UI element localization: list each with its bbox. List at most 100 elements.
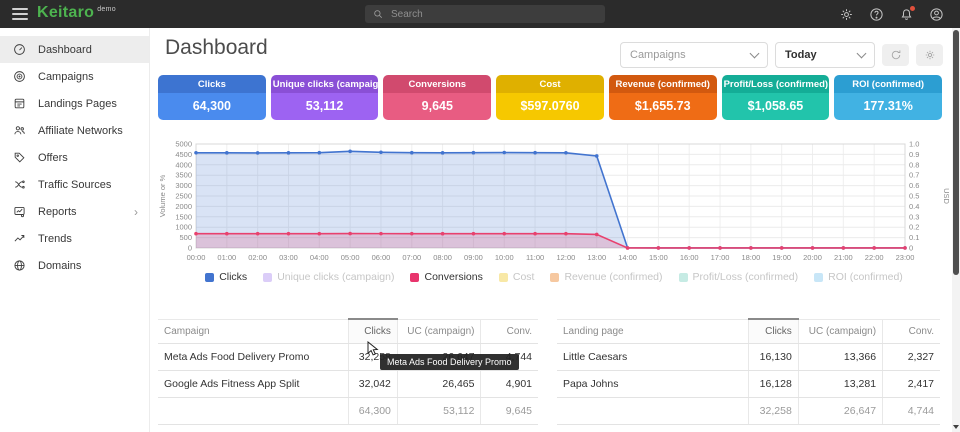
sidebar-item-offers[interactable]: Offers bbox=[0, 144, 149, 171]
metric-card-roi-confirmed-[interactable]: ROI (confirmed)177.31% bbox=[834, 75, 942, 120]
help-icon[interactable] bbox=[869, 7, 884, 22]
scrollbar-thumb[interactable] bbox=[953, 30, 959, 275]
table-row[interactable]: Little Caesars16,13013,3662,327 bbox=[557, 344, 940, 371]
legend-label: Cost bbox=[513, 271, 535, 283]
sidebar-item-label: Landings Pages bbox=[38, 98, 117, 110]
search-input[interactable] bbox=[389, 8, 597, 21]
cell: 26,465 bbox=[397, 371, 481, 398]
metric-card-label: Clicks bbox=[158, 75, 266, 93]
sidebar-item-traffic-sources[interactable]: Traffic Sources bbox=[0, 171, 149, 198]
svg-text:3500: 3500 bbox=[175, 171, 192, 180]
table-row[interactable]: Papa Johns16,12813,2812,417 bbox=[557, 371, 940, 398]
app-logo[interactable]: Keitarodemo bbox=[37, 4, 116, 22]
legend-item-unique-clicks-campaign-[interactable]: Unique clicks (campaign) bbox=[263, 271, 394, 283]
legend-item-roi-confirmed-[interactable]: ROI (confirmed) bbox=[814, 271, 903, 283]
sidebar-item-label: Offers bbox=[38, 152, 68, 164]
legend-label: Conversions bbox=[424, 271, 482, 283]
sidebar-item-label: Trends bbox=[38, 233, 72, 245]
column-header[interactable]: Conv. bbox=[481, 319, 538, 344]
campaigns-table: CampaignClicksUC (campaign)Conv. Meta Ads… bbox=[158, 318, 538, 425]
refresh-button[interactable] bbox=[882, 44, 909, 66]
row-tooltip: Meta Ads Food Delivery Promo bbox=[380, 354, 519, 370]
total-cell bbox=[158, 398, 348, 425]
svg-text:18:00: 18:00 bbox=[741, 253, 760, 262]
legend-item-revenue-confirmed-[interactable]: Revenue (confirmed) bbox=[550, 271, 662, 283]
target-icon bbox=[13, 70, 26, 83]
legend-label: Unique clicks (campaign) bbox=[277, 271, 394, 283]
report-icon bbox=[13, 205, 26, 218]
legend-label: Revenue (confirmed) bbox=[564, 271, 662, 283]
cell: 13,281 bbox=[798, 371, 882, 398]
metric-card-conversions[interactable]: Conversions9,645 bbox=[383, 75, 491, 120]
settings-icon[interactable] bbox=[839, 7, 854, 22]
svg-text:05:00: 05:00 bbox=[341, 253, 360, 262]
metric-card-revenue-confirmed-[interactable]: Revenue (confirmed)$1,655.73 bbox=[609, 75, 717, 120]
metric-card-cost[interactable]: Cost$597.0760 bbox=[496, 75, 604, 120]
legend-item-clicks[interactable]: Clicks bbox=[205, 271, 247, 283]
column-header[interactable]: Campaign bbox=[158, 319, 348, 344]
legend-item-conversions[interactable]: Conversions bbox=[410, 271, 482, 283]
topbar-icons bbox=[839, 0, 944, 28]
metric-card-profit-loss-confirmed-[interactable]: Profit/Loss (confirmed)$1,058.65 bbox=[722, 75, 830, 120]
column-header[interactable]: Clicks bbox=[348, 319, 397, 344]
svg-text:14:00: 14:00 bbox=[618, 253, 637, 262]
sidebar-item-affiliate-networks[interactable]: Affiliate Networks bbox=[0, 117, 149, 144]
metric-card-unique-clicks-campaign-[interactable]: Unique clicks (campaign)53,112 bbox=[271, 75, 379, 120]
sidebar-item-dashboard[interactable]: Dashboard bbox=[0, 36, 149, 63]
account-icon[interactable] bbox=[929, 7, 944, 22]
metric-card-label: Revenue (confirmed) bbox=[609, 75, 717, 93]
search-icon bbox=[373, 9, 383, 19]
sidebar-item-campaigns[interactable]: Campaigns bbox=[0, 63, 149, 90]
table-row[interactable]: Google Ads Fitness App Split32,04226,465… bbox=[158, 371, 538, 398]
sidebar-item-label: Affiliate Networks bbox=[38, 125, 123, 137]
metric-card-label: Profit/Loss (confirmed) bbox=[722, 75, 830, 93]
legend-label: Clicks bbox=[219, 271, 247, 283]
sidebar-item-trends[interactable]: Trends bbox=[0, 225, 149, 252]
cell: 2,417 bbox=[883, 371, 940, 398]
date-range-select[interactable]: Today bbox=[775, 42, 875, 68]
cell: 32,042 bbox=[348, 371, 397, 398]
svg-text:2000: 2000 bbox=[175, 202, 192, 211]
svg-text:19:00: 19:00 bbox=[772, 253, 791, 262]
svg-text:0.2: 0.2 bbox=[909, 223, 919, 232]
column-header[interactable]: UC (campaign) bbox=[798, 319, 882, 344]
sidebar-item-reports[interactable]: Reports› bbox=[0, 198, 149, 225]
document-icon bbox=[13, 97, 26, 110]
gear-icon bbox=[924, 49, 936, 61]
campaign-filter-select[interactable]: Campaigns bbox=[620, 42, 768, 68]
cell: Meta Ads Food Delivery Promo bbox=[158, 344, 348, 371]
svg-text:4000: 4000 bbox=[175, 160, 192, 169]
svg-text:USD: USD bbox=[942, 188, 950, 204]
column-header[interactable]: UC (campaign) bbox=[397, 319, 481, 344]
total-cell: 32,258 bbox=[749, 398, 799, 425]
scrollbar-down-arrow[interactable] bbox=[953, 425, 959, 429]
cell: 2,327 bbox=[883, 344, 940, 371]
svg-text:13:00: 13:00 bbox=[587, 253, 606, 262]
legend-item-cost[interactable]: Cost bbox=[499, 271, 535, 283]
svg-text:20:00: 20:00 bbox=[803, 253, 822, 262]
menu-toggle-icon[interactable] bbox=[12, 8, 28, 23]
svg-text:0.6: 0.6 bbox=[909, 181, 919, 190]
sidebar-item-domains[interactable]: Domains bbox=[0, 252, 149, 279]
dashboard-controls: Campaigns Today bbox=[620, 42, 943, 68]
svg-text:0: 0 bbox=[909, 244, 913, 253]
cell: 16,128 bbox=[749, 371, 799, 398]
notifications-icon[interactable] bbox=[899, 7, 914, 22]
svg-text:17:00: 17:00 bbox=[711, 253, 730, 262]
trend-icon bbox=[13, 232, 26, 245]
sidebar-item-landings-pages[interactable]: Landings Pages bbox=[0, 90, 149, 117]
tag-icon bbox=[13, 151, 26, 164]
svg-text:22:00: 22:00 bbox=[865, 253, 884, 262]
dashboard-settings-button[interactable] bbox=[916, 44, 943, 66]
column-header[interactable]: Clicks bbox=[749, 319, 799, 344]
metric-card-label: Cost bbox=[496, 75, 604, 93]
legend-item-profit-loss-confirmed-[interactable]: Profit/Loss (confirmed) bbox=[679, 271, 799, 283]
legend-swatch bbox=[410, 273, 419, 282]
legend-swatch bbox=[499, 273, 508, 282]
column-header[interactable]: Conv. bbox=[883, 319, 940, 344]
svg-text:1000: 1000 bbox=[175, 223, 192, 232]
metric-card-clicks[interactable]: Clicks64,300 bbox=[158, 75, 266, 120]
total-cell: 4,744 bbox=[883, 398, 940, 425]
people-icon bbox=[13, 124, 26, 137]
column-header[interactable]: Landing page bbox=[557, 319, 749, 344]
